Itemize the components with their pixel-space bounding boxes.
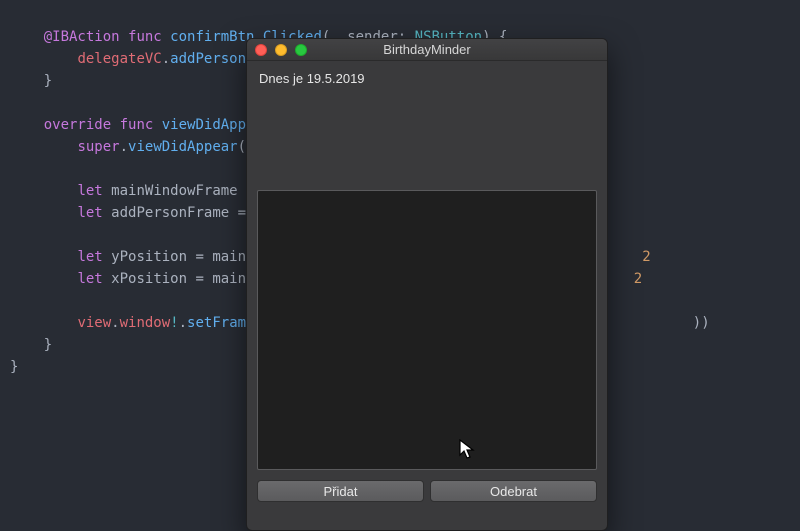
num-2b: 2 [634, 271, 642, 287]
content-spacer [257, 92, 597, 190]
var-yposition: yPosition [111, 249, 187, 265]
num-2a: 2 [642, 249, 650, 265]
window-title: BirthdayMinder [247, 42, 607, 57]
kw-let1: let [77, 183, 102, 199]
view-prop: view [77, 315, 111, 331]
kw-let2: let [77, 205, 102, 221]
kw-super: super [77, 139, 119, 155]
add-button-label: Přidat [324, 484, 358, 499]
app-window: BirthdayMinder Dnes je 19.5.2019 Přidat … [246, 38, 608, 531]
kw-let3: let [77, 249, 102, 265]
var-addpersonframe: addPersonFrame [111, 205, 229, 221]
kw-override: override [44, 117, 111, 133]
call-addperson: addPerson [170, 51, 246, 67]
kw-func2: func [120, 117, 154, 133]
setframe-call: setFrame [187, 315, 254, 331]
delegate-vc: delegateVC [77, 51, 161, 67]
list-view[interactable] [257, 190, 597, 470]
window-titlebar[interactable]: BirthdayMinder [247, 39, 607, 61]
window-content: Dnes je 19.5.2019 Přidat Odebrat [247, 61, 607, 530]
button-row: Přidat Odebrat [257, 470, 597, 502]
var-xposition: xPosition [111, 271, 187, 287]
attr-ibaction: @IBAction [44, 29, 120, 45]
kw-let4: let [77, 271, 102, 287]
remove-button[interactable]: Odebrat [430, 480, 597, 502]
date-label: Dnes je 19.5.2019 [257, 69, 597, 92]
window-prop: window [120, 315, 171, 331]
trailing-parens: )) [693, 315, 710, 331]
super-call: viewDidAppear [128, 139, 238, 155]
kw-func: func [128, 29, 162, 45]
remove-button-label: Odebrat [490, 484, 537, 499]
var-mainwindowframe: mainWindowFrame [111, 183, 237, 199]
add-button[interactable]: Přidat [257, 480, 424, 502]
